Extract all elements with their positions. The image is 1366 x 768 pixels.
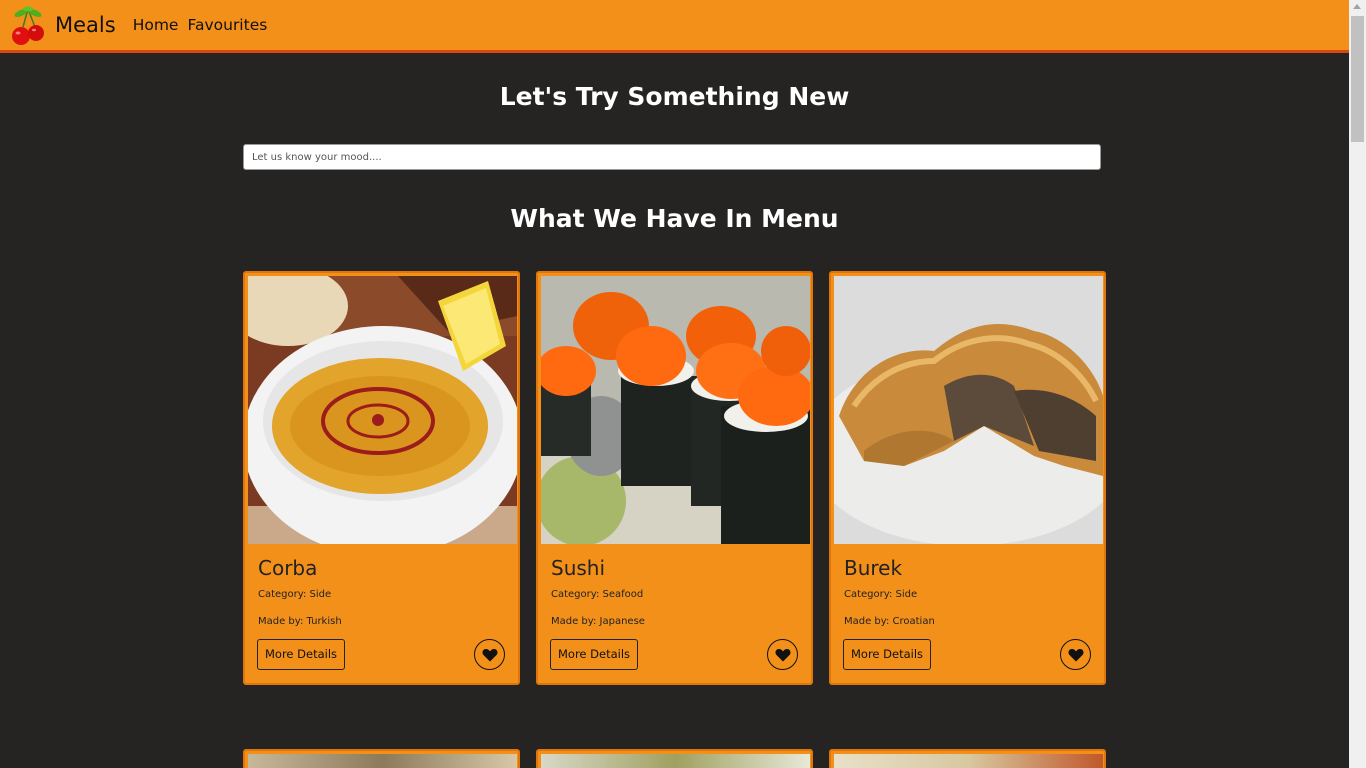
hero-title: Let's Try Something New — [499, 82, 850, 111]
meal-card: Burek Category: Side Made by: Croatian M… — [829, 271, 1106, 685]
more-details-button[interactable]: More Details — [550, 639, 639, 670]
meal-category: Category: Side — [844, 589, 918, 600]
brand-name: Meals — [55, 13, 116, 37]
more-details-button[interactable]: More Details — [257, 639, 346, 670]
meal-image — [834, 754, 1103, 768]
more-details-button[interactable]: More Details — [843, 639, 932, 670]
brand[interactable]: Meals — [9, 5, 116, 45]
cherries-icon — [9, 5, 47, 45]
nav-favourites-link[interactable]: Favourites — [187, 16, 267, 34]
search-input[interactable] — [243, 144, 1101, 170]
meal-name: Corba — [258, 556, 318, 580]
meal-card — [243, 749, 520, 768]
scrollbar-thumb[interactable] — [1351, 16, 1364, 142]
meal-card — [536, 749, 813, 768]
meal-image-sushi — [541, 276, 810, 544]
meal-category: Category: Side — [258, 589, 332, 600]
heart-icon[interactable] — [1060, 639, 1091, 670]
meal-origin: Made by: Turkish — [258, 616, 342, 627]
menu-title: What We Have In Menu — [510, 204, 839, 233]
meal-image — [541, 754, 810, 768]
meal-image-corba — [248, 276, 517, 544]
meal-origin: Made by: Japanese — [551, 616, 645, 627]
heart-icon[interactable] — [474, 639, 505, 670]
meal-card: Corba Category: Side Made by: Turkish Mo… — [243, 271, 520, 685]
scroll-up-arrow-icon[interactable] — [1353, 4, 1361, 9]
meal-card: Sushi Category: Seafood Made by: Japanes… — [536, 271, 813, 685]
navbar: Meals Home Favourites — [0, 0, 1349, 53]
meal-name: Burek — [844, 556, 903, 580]
meal-card — [829, 749, 1106, 768]
meal-image — [248, 754, 517, 768]
meal-name: Sushi — [551, 556, 606, 580]
heart-icon[interactable] — [767, 639, 798, 670]
meal-category: Category: Seafood — [551, 589, 644, 600]
meal-origin: Made by: Croatian — [844, 616, 935, 627]
page-scrollbar[interactable] — [1349, 0, 1366, 768]
meal-image-burek — [834, 276, 1103, 544]
nav-home-link[interactable]: Home — [133, 16, 179, 34]
